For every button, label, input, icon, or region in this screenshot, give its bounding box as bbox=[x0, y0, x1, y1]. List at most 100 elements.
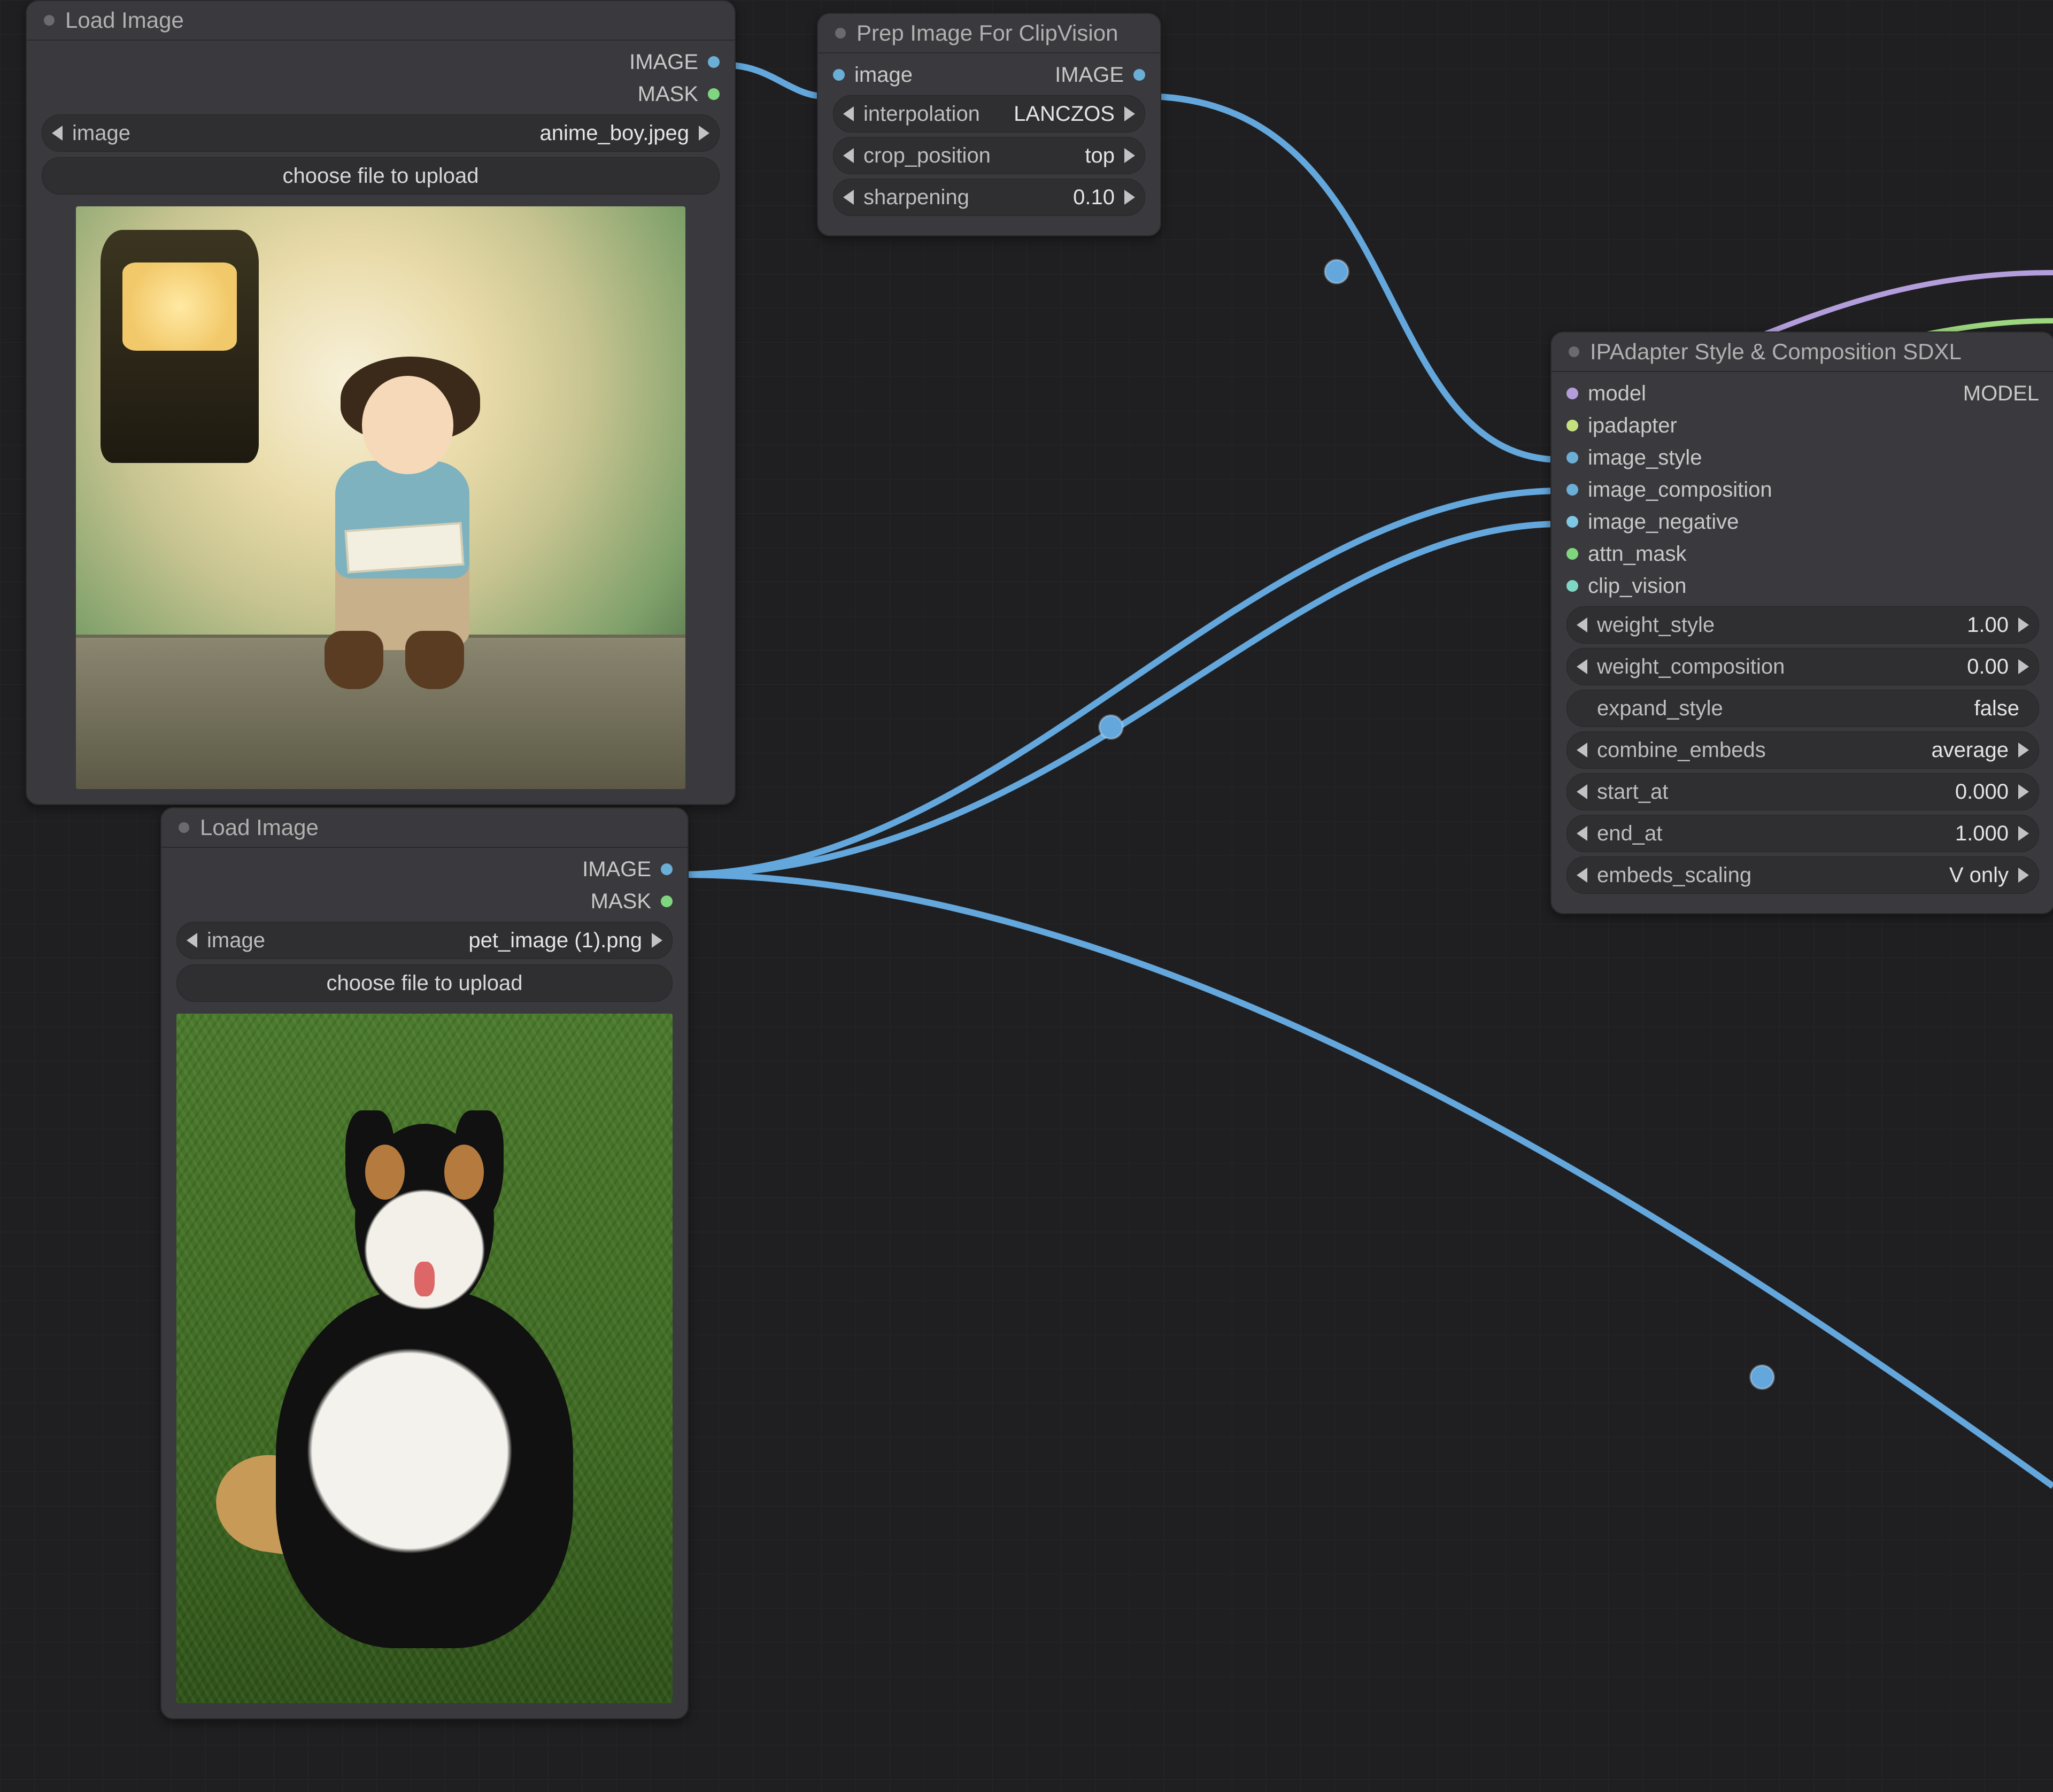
socket-icon[interactable] bbox=[1133, 69, 1145, 81]
chevron-left-icon[interactable] bbox=[843, 148, 854, 163]
input-label: model bbox=[1588, 382, 1646, 406]
socket-icon[interactable] bbox=[708, 88, 720, 100]
socket-icon[interactable] bbox=[1566, 548, 1578, 560]
end-at-input[interactable]: end_at 1.000 bbox=[1566, 815, 2039, 852]
chevron-left-icon[interactable] bbox=[1577, 617, 1587, 632]
chevron-right-icon[interactable] bbox=[699, 126, 709, 141]
input-ipadapter[interactable]: ipadapter bbox=[1566, 410, 1772, 442]
input-image-negative[interactable]: image_negative bbox=[1566, 506, 1772, 538]
node-load-image-2[interactable]: Load Image IMAGE MASK image pet_image (1… bbox=[160, 807, 689, 1719]
input-image-composition[interactable]: image_composition bbox=[1566, 474, 1772, 506]
chevron-left-icon[interactable] bbox=[1577, 868, 1587, 883]
socket-icon[interactable] bbox=[661, 863, 673, 875]
chevron-left-icon[interactable] bbox=[843, 190, 854, 205]
chevron-right-icon[interactable] bbox=[652, 933, 662, 948]
crop-position-selector[interactable]: crop_position top bbox=[833, 137, 1145, 174]
chevron-right-icon[interactable] bbox=[2018, 826, 2029, 841]
preview-image bbox=[76, 206, 685, 789]
collapse-dot-icon[interactable] bbox=[1569, 346, 1579, 357]
node-load-image-1[interactable]: Load Image IMAGE MASK image anime_boy.jp… bbox=[26, 0, 736, 805]
widget-label: sharpening bbox=[863, 186, 969, 210]
start-at-input[interactable]: start_at 0.000 bbox=[1566, 773, 2039, 810]
upload-button[interactable]: choose file to upload bbox=[42, 157, 720, 195]
output-model[interactable]: MODEL bbox=[1963, 377, 2039, 410]
widget-value: false bbox=[1974, 697, 2020, 721]
input-label: image_composition bbox=[1588, 478, 1772, 502]
weight-style-input[interactable]: weight_style 1.00 bbox=[1566, 606, 2039, 644]
embeds-scaling-selector[interactable]: embeds_scaling V only bbox=[1566, 856, 2039, 894]
chevron-right-icon[interactable] bbox=[2018, 617, 2029, 632]
node-title[interactable]: Load Image bbox=[27, 1, 735, 41]
title-text: IPAdapter Style & Composition SDXL bbox=[1590, 339, 1962, 365]
node-title[interactable]: Prep Image For ClipVision bbox=[818, 14, 1160, 53]
input-image-style[interactable]: image_style bbox=[1566, 442, 1772, 474]
node-graph-canvas[interactable]: Load Image IMAGE MASK image anime_boy.jp… bbox=[0, 0, 2053, 1792]
interpolation-selector[interactable]: interpolation LANCZOS bbox=[833, 95, 1145, 133]
title-text: Load Image bbox=[65, 7, 184, 33]
combine-embeds-selector[interactable]: combine_embeds average bbox=[1566, 731, 2039, 769]
node-title[interactable]: IPAdapter Style & Composition SDXL bbox=[1552, 333, 2053, 372]
input-label: clip_vision bbox=[1588, 574, 1687, 598]
node-prep-image-clipvision[interactable]: Prep Image For ClipVision image IMAGE in… bbox=[817, 13, 1161, 236]
title-text: Prep Image For ClipVision bbox=[856, 20, 1118, 46]
chevron-right-icon[interactable] bbox=[1124, 106, 1135, 121]
output-image[interactable]: IMAGE bbox=[42, 46, 720, 78]
socket-icon[interactable] bbox=[1566, 452, 1578, 464]
socket-icon[interactable] bbox=[1566, 516, 1578, 528]
expand-style-toggle[interactable]: expand_style false bbox=[1566, 690, 2039, 727]
chevron-left-icon[interactable] bbox=[52, 126, 63, 141]
socket-icon[interactable] bbox=[1566, 388, 1578, 399]
output-label: IMAGE bbox=[582, 858, 651, 882]
node-title[interactable]: Load Image bbox=[161, 808, 688, 848]
input-label: image_negative bbox=[1588, 510, 1739, 534]
socket-icon[interactable] bbox=[1566, 580, 1578, 592]
input-label: image_style bbox=[1588, 446, 1702, 470]
input-clip-vision[interactable]: clip_vision bbox=[1566, 570, 1772, 602]
socket-icon[interactable] bbox=[708, 56, 720, 68]
widget-value: V only bbox=[1949, 863, 2009, 887]
chevron-right-icon[interactable] bbox=[2018, 743, 2029, 758]
title-text: Load Image bbox=[200, 815, 319, 840]
chevron-right-icon[interactable] bbox=[1124, 148, 1135, 163]
collapse-dot-icon[interactable] bbox=[835, 28, 846, 38]
chevron-left-icon[interactable] bbox=[1577, 659, 1587, 674]
chevron-left-icon[interactable] bbox=[187, 933, 197, 948]
chevron-left-icon[interactable] bbox=[843, 106, 854, 121]
node-ipadapter-style-composition[interactable]: IPAdapter Style & Composition SDXL model… bbox=[1550, 331, 2053, 914]
widget-label: expand_style bbox=[1597, 697, 1723, 721]
socket-icon[interactable] bbox=[661, 895, 673, 907]
output-label: MASK bbox=[591, 890, 651, 914]
widget-label: weight_composition bbox=[1597, 655, 1785, 679]
output-mask[interactable]: MASK bbox=[42, 78, 720, 110]
output-image[interactable]: IMAGE bbox=[1055, 59, 1145, 91]
button-label: choose file to upload bbox=[327, 971, 523, 995]
output-mask[interactable]: MASK bbox=[176, 885, 673, 917]
weight-composition-input[interactable]: weight_composition 0.00 bbox=[1566, 648, 2039, 685]
upload-button[interactable]: choose file to upload bbox=[176, 964, 673, 1002]
socket-icon[interactable] bbox=[833, 69, 845, 81]
chevron-left-icon[interactable] bbox=[1577, 826, 1587, 841]
widget-label: image bbox=[207, 929, 265, 953]
sharpening-input[interactable]: sharpening 0.10 bbox=[833, 179, 1145, 216]
widget-value: 1.000 bbox=[1955, 822, 2009, 846]
image-selector[interactable]: image anime_boy.jpeg bbox=[42, 114, 720, 152]
chevron-left-icon[interactable] bbox=[1577, 743, 1587, 758]
input-image[interactable]: image bbox=[833, 59, 913, 91]
output-label: MODEL bbox=[1963, 382, 2039, 406]
preview-image bbox=[176, 1014, 673, 1703]
socket-icon[interactable] bbox=[1566, 484, 1578, 496]
collapse-dot-icon[interactable] bbox=[179, 822, 189, 833]
chevron-right-icon[interactable] bbox=[2018, 659, 2029, 674]
input-model[interactable]: model bbox=[1566, 377, 1772, 410]
output-image[interactable]: IMAGE bbox=[176, 853, 673, 885]
chevron-right-icon[interactable] bbox=[1124, 190, 1135, 205]
collapse-dot-icon[interactable] bbox=[44, 15, 55, 26]
input-attn-mask[interactable]: attn_mask bbox=[1566, 538, 1772, 570]
image-selector[interactable]: image pet_image (1).png bbox=[176, 922, 673, 959]
output-label: MASK bbox=[638, 82, 698, 106]
chevron-right-icon[interactable] bbox=[2018, 868, 2029, 883]
widget-value: 0.10 bbox=[1073, 186, 1115, 210]
chevron-left-icon[interactable] bbox=[1577, 784, 1587, 799]
chevron-right-icon[interactable] bbox=[2018, 784, 2029, 799]
socket-icon[interactable] bbox=[1566, 420, 1578, 431]
